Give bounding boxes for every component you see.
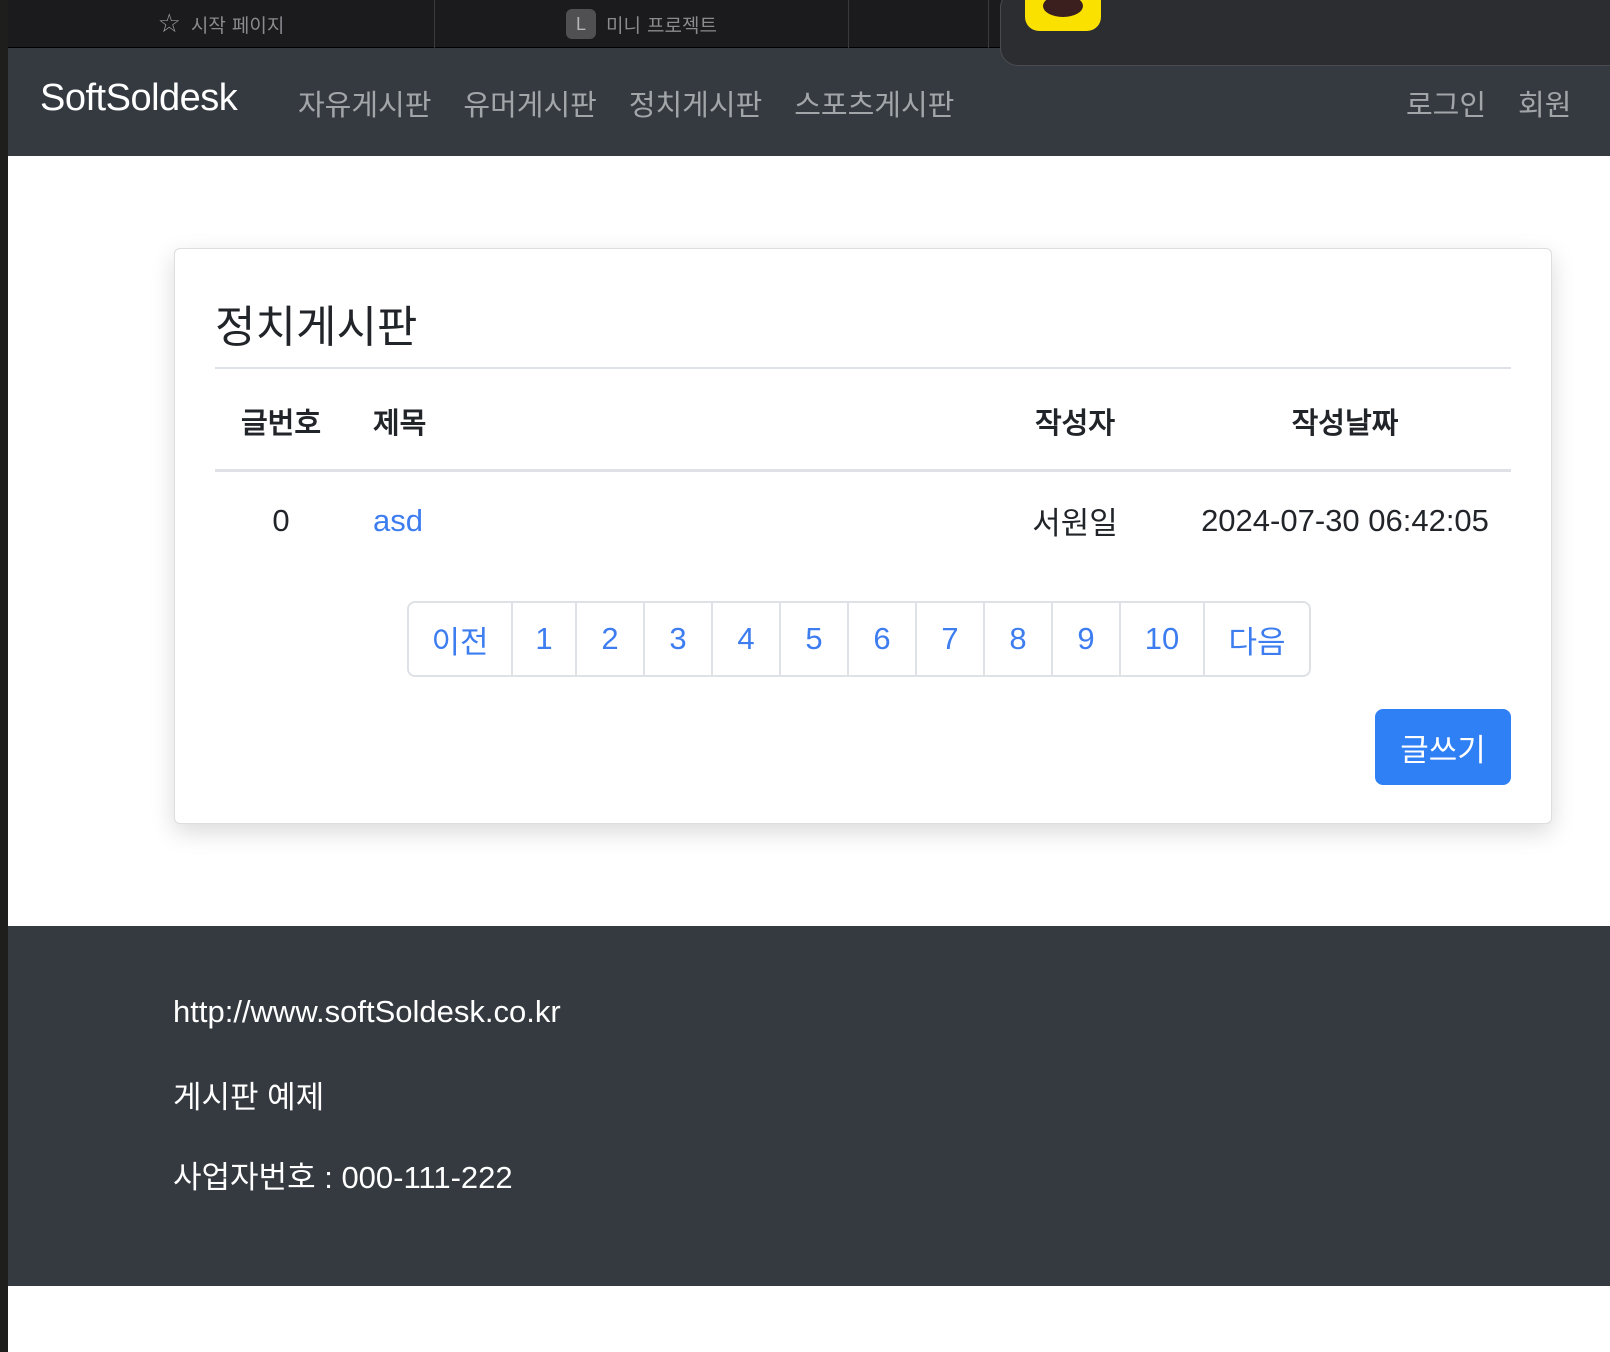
page-3[interactable]: 3 — [645, 603, 713, 675]
nav-politics-board[interactable]: 정치게시판 — [629, 82, 762, 124]
page-6[interactable]: 6 — [849, 603, 917, 675]
page-4[interactable]: 4 — [713, 603, 781, 675]
post-date: 2024-07-30 06:42:05 — [1201, 502, 1489, 538]
editor-side-strip — [0, 0, 8, 1352]
board-card: 정치게시판 글번호 제목 작성자 작성날짜 0 asd 서원일 2024-07-… — [174, 248, 1552, 824]
posts-table: 글번호 제목 작성자 작성날짜 0 asd 서원일 2024-07-30 06:… — [215, 373, 1511, 570]
tab-start-page[interactable]: ☆ 시작 페이지 — [8, 0, 435, 48]
star-icon: ☆ — [157, 9, 181, 39]
page-5[interactable]: 5 — [781, 603, 849, 675]
column-header-writer: 작성자 — [971, 373, 1179, 472]
column-header-number: 글번호 — [215, 373, 347, 472]
kakao-chat-icon — [1025, 0, 1101, 31]
page-9[interactable]: 9 — [1053, 603, 1121, 675]
footer-business-number: 사업자번호 : 000-111-222 — [173, 1160, 513, 1195]
tab-label: 미니 프로젝트 — [606, 14, 717, 37]
tab-favicon-icon: L — [566, 9, 597, 39]
page-8[interactable]: 8 — [985, 603, 1053, 675]
column-header-date: 작성날짜 — [1179, 373, 1511, 472]
table-header-row: 글번호 제목 작성자 작성날짜 — [215, 373, 1511, 472]
brand-logo[interactable]: SoftSoldesk — [40, 77, 238, 120]
page-10[interactable]: 10 — [1121, 603, 1205, 675]
nav-links: 자유게시판 유머게시판 정치게시판 스포츠게시판 — [298, 82, 954, 124]
footer-description: 게시판 예제 — [173, 1080, 325, 1115]
page-next-button[interactable]: 다음 — [1205, 603, 1309, 675]
tab-other[interactable] — [849, 0, 989, 48]
nav-sports-board[interactable]: 스포츠게시판 — [794, 82, 954, 124]
tab-label: 시작 페이지 — [190, 14, 285, 37]
title-divider — [215, 367, 1511, 369]
pagination: 이전 1 2 3 4 5 6 7 8 9 10 다음 — [407, 601, 1311, 677]
column-header-title: 제목 — [347, 373, 971, 472]
signup-link[interactable]: 회원 — [1518, 82, 1571, 124]
footer: http://www.softSoldesk.co.kr 게시판 예제 사업자번… — [8, 926, 1610, 1286]
login-link[interactable]: 로그인 — [1406, 82, 1486, 124]
post-title-link[interactable]: asd — [373, 503, 423, 538]
nav-right: 로그인 회원 — [1406, 82, 1571, 124]
page-1[interactable]: 1 — [513, 603, 577, 675]
footer-url: http://www.softSoldesk.co.kr — [173, 994, 561, 1029]
write-button[interactable]: 글쓰기 — [1375, 709, 1511, 785]
post-number: 0 — [272, 502, 290, 538]
table-row: 0 asd 서원일 2024-07-30 06:42:05 — [215, 470, 1511, 570]
post-writer: 서원일 — [1032, 506, 1118, 542]
page-prev-button[interactable]: 이전 — [409, 603, 513, 675]
nav-humor-board[interactable]: 유머게시판 — [463, 82, 596, 124]
page-7[interactable]: 7 — [917, 603, 985, 675]
notification-popup[interactable] — [1000, 0, 1610, 66]
tab-mini-project[interactable]: L 미니 프로젝트 — [435, 0, 849, 48]
nav-free-board[interactable]: 자유게시판 — [298, 82, 431, 124]
page-2[interactable]: 2 — [577, 603, 645, 675]
page-title: 정치게시판 — [215, 302, 418, 353]
